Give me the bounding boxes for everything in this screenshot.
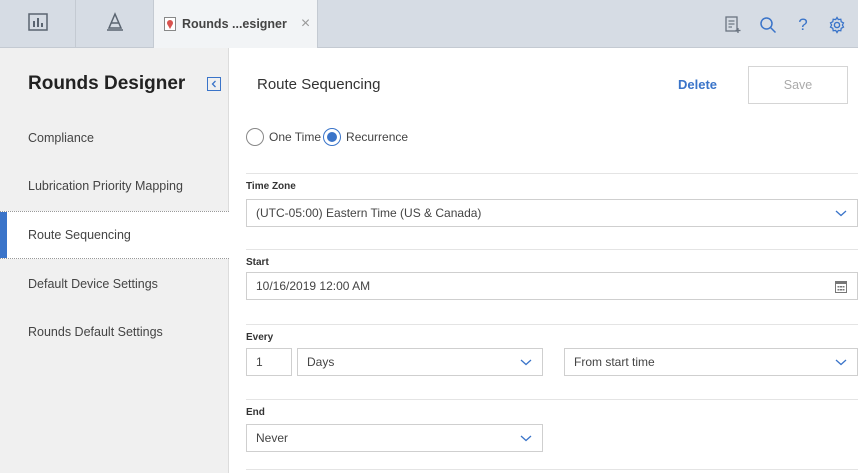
sidebar-item-label: Compliance: [28, 131, 95, 145]
radio-dot: [327, 132, 338, 142]
hierarchy-button[interactable]: [76, 0, 154, 48]
time-zone-value: (UTC-05:00) Eastern Time (US & Canada): [256, 206, 482, 220]
recurrence-label: Recurrence: [346, 130, 409, 144]
collapse-sidebar-icon[interactable]: [207, 77, 221, 91]
sidebar-item-default-device-settings[interactable]: Default Device Settings: [0, 260, 229, 308]
one-time-radio[interactable]: [246, 128, 264, 146]
divider: [246, 469, 858, 470]
tab-rounds-designer[interactable]: Rounds ...esigner ×: [154, 0, 318, 48]
sidebar: Rounds Designer Compliance Lubrication P…: [0, 48, 229, 473]
divider: [246, 324, 858, 325]
sidebar-item-lubrication-priority-mapping[interactable]: Lubrication Priority Mapping: [0, 162, 229, 210]
every-unit-value: Days: [307, 355, 335, 369]
search-icon[interactable]: [757, 14, 779, 36]
end-value: Never: [256, 431, 289, 445]
sidebar-item-route-sequencing[interactable]: Route Sequencing: [0, 211, 229, 259]
start-label: Start: [246, 257, 269, 268]
recurrence-radio[interactable]: [323, 128, 342, 146]
sidebar-item-compliance[interactable]: Compliance: [0, 114, 229, 162]
hierarchy-icon: [105, 11, 125, 37]
every-count-value: 1: [256, 355, 263, 369]
time-zone-label: Time Zone: [246, 181, 296, 192]
every-label: Every: [246, 332, 274, 343]
dashboard-icon: [27, 12, 48, 36]
divider: [246, 249, 858, 250]
save-button[interactable]: Save: [748, 66, 848, 104]
sidebar-item-label: Route Sequencing: [28, 228, 131, 242]
sidebar-title: Rounds Designer: [28, 73, 186, 94]
calendar-icon[interactable]: [835, 280, 847, 293]
gear-icon[interactable]: [826, 14, 848, 36]
end-label: End: [246, 407, 265, 418]
chevron-down-icon: [520, 435, 532, 442]
every-unit-select[interactable]: Days: [297, 348, 543, 376]
sidebar-item-rounds-default-settings[interactable]: Rounds Default Settings: [0, 308, 229, 356]
end-select[interactable]: Never: [246, 424, 543, 452]
sidebar-item-label: Lubrication Priority Mapping: [28, 179, 183, 193]
tab-label: Rounds ...esigner: [182, 17, 287, 31]
start-date-input[interactable]: 10/16/2019 12:00 AM: [246, 272, 858, 300]
map-pin-icon: [164, 17, 176, 31]
top-bar: Rounds ...esigner × ?: [0, 0, 858, 48]
help-icon-glyph: ?: [798, 15, 808, 34]
chevron-down-icon: [835, 359, 847, 366]
chevron-down-icon: [520, 359, 532, 366]
document-add-icon[interactable]: [722, 14, 744, 36]
divider: [246, 399, 858, 400]
page-title: Route Sequencing: [257, 76, 381, 93]
dashboard-button[interactable]: [0, 0, 76, 48]
every-from-value: From start time: [574, 355, 655, 369]
divider: [246, 173, 858, 174]
every-count-input[interactable]: 1: [246, 348, 292, 376]
help-icon[interactable]: ?: [792, 14, 814, 36]
close-icon[interactable]: ×: [301, 16, 310, 32]
sidebar-item-label: Default Device Settings: [28, 277, 158, 291]
chevron-down-icon: [835, 210, 847, 217]
schedule-type-radio-group: One Time Recurrence: [246, 128, 408, 146]
sidebar-item-label: Rounds Default Settings: [28, 325, 163, 339]
every-from-select[interactable]: From start time: [564, 348, 858, 376]
one-time-label: One Time: [269, 130, 322, 144]
main-panel: Route Sequencing Delete Save One Time Re…: [230, 48, 858, 473]
start-date-value: 10/16/2019 12:00 AM: [256, 279, 371, 293]
time-zone-select[interactable]: (UTC-05:00) Eastern Time (US & Canada): [246, 199, 858, 227]
delete-button[interactable]: Delete: [678, 77, 717, 92]
